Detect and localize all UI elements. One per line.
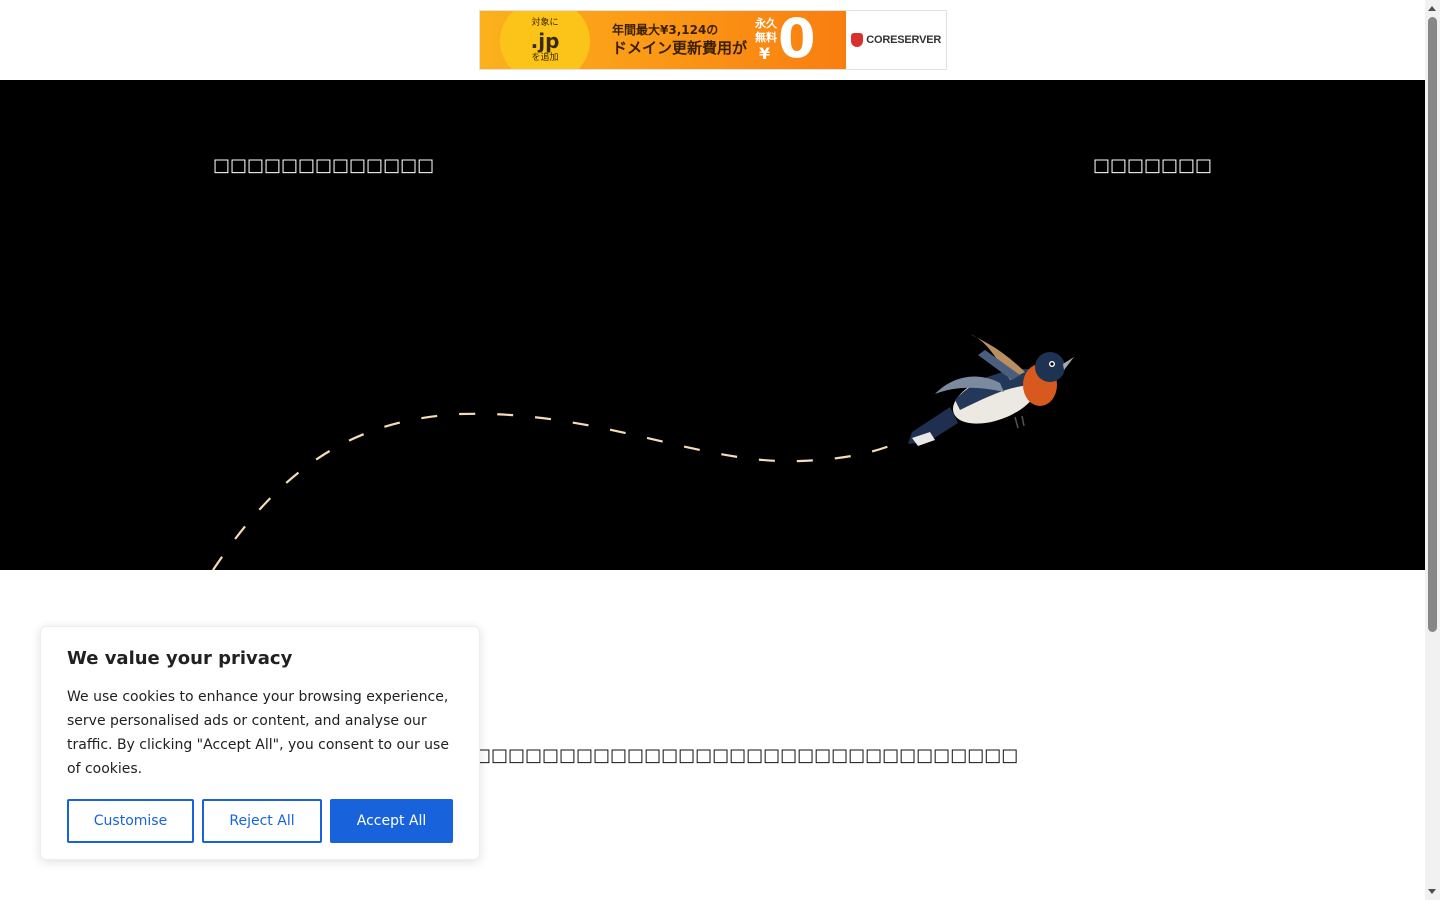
flight-illustration: [212, 334, 1074, 570]
advertisement-banner[interactable]: 対象に .jp を追加 年間最大¥3,124の ドメイン更新費用が 永久無料 ¥…: [479, 10, 947, 70]
ad-copy-line1: 年間最大¥3,124の: [612, 23, 719, 37]
ad-brand: CORESERVER: [846, 11, 946, 69]
cookie-description: We use cookies to enhance your browsing …: [67, 689, 449, 777]
ad-circle-tld: .jp: [530, 29, 560, 53]
page: 対象に .jp を追加 年間最大¥3,124の ドメイン更新費用が 永久無料 ¥…: [0, 0, 1440, 900]
flight-path: [212, 412, 901, 570]
ad-circle-bottom: を追加: [531, 53, 559, 63]
ad-yen: ¥: [759, 44, 771, 63]
scroll-thumb[interactable]: [1428, 17, 1437, 632]
cookie-consent-banner: We value your privacy We use cookies to …: [40, 626, 480, 860]
content-paragraph: □□□□□□□□□□□□□□□□□□□□□□□□□□□□□□□□: [474, 745, 1019, 766]
accept-all-button[interactable]: Accept All: [330, 799, 453, 843]
ad-circle-top: 対象に: [531, 18, 559, 28]
ad-jp-circle: 対象に .jp を追加: [500, 11, 590, 69]
customise-button[interactable]: Customise: [67, 799, 194, 843]
ad-copy-line2: ドメイン更新費用が: [612, 39, 748, 57]
bird-illustration: [908, 334, 1074, 446]
ad-free-label: 永久無料: [755, 17, 777, 44]
cookie-title: We value your privacy: [67, 648, 293, 669]
shield-icon: [851, 33, 864, 47]
reject-all-button[interactable]: Reject All: [202, 799, 322, 843]
scroll-up-icon[interactable]: [1428, 6, 1436, 11]
ad-row: 対象に .jp を追加 年間最大¥3,124の ドメイン更新費用が 永久無料 ¥…: [0, 0, 1425, 80]
scroll-down-icon[interactable]: [1428, 889, 1436, 894]
page-scrollbar[interactable]: [1425, 0, 1440, 900]
ad-copy: 年間最大¥3,124の ドメイン更新費用が: [612, 23, 747, 58]
hero-section: □□□□□□□□□□□□□ □□□□□□□: [0, 80, 1425, 570]
ad-price: 0: [778, 11, 816, 69]
ad-main-panel: 対象に .jp を追加 年間最大¥3,124の ドメイン更新費用が 永久無料 ¥…: [480, 11, 847, 69]
ad-brand-name: CORESERVER: [866, 34, 942, 46]
cookie-actions: Customise Reject All Accept All: [67, 799, 453, 843]
